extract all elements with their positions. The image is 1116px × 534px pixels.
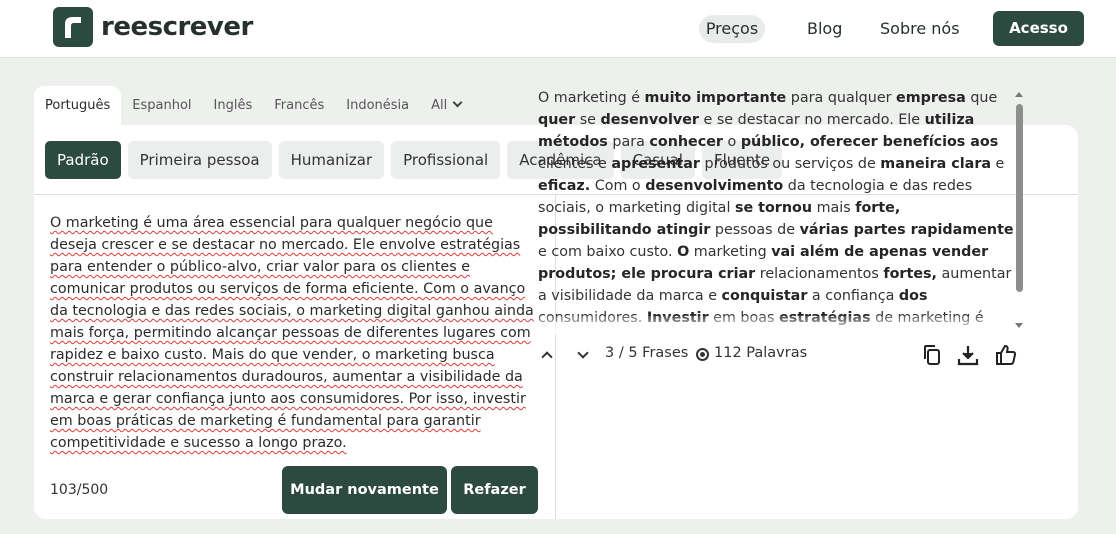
unchanged-text: que <box>965 90 998 106</box>
unchanged-text: e com baixo custo. <box>538 244 678 260</box>
tab-frances[interactable]: Francês <box>263 86 335 126</box>
tab-espanhol[interactable]: Espanhol <box>121 86 202 126</box>
top-header: reescrever Preços Blog Sobre nós Acesso <box>0 0 1116 58</box>
unchanged-text: marketing <box>689 244 772 260</box>
mode-padrao[interactable]: Padrão <box>45 141 121 179</box>
nav-link-precos[interactable]: Preços <box>699 15 765 43</box>
unchanged-text: pessoas de <box>710 222 800 238</box>
language-tabs: Português Espanhol Inglês Francês Indoné… <box>34 86 472 126</box>
output-text[interactable]: O marketing é muito importante para qual… <box>538 87 1016 327</box>
unchanged-text: relacionamentos <box>755 266 884 282</box>
character-counter: 103/500 <box>50 482 109 498</box>
logo[interactable]: reescrever <box>53 7 253 47</box>
changed-phrase: dos <box>898 288 928 304</box>
unchanged-text: para qualquer <box>786 90 897 106</box>
radio-icon <box>696 348 709 361</box>
tab-portugues[interactable]: Português <box>34 86 122 126</box>
unchanged-text: Com o <box>590 178 646 194</box>
changed-phrase: desenvolvimento <box>645 178 784 194</box>
unchanged-text: a confiança <box>807 288 899 304</box>
changed-phrase: conhecer <box>649 134 723 150</box>
changed-phrase: muito importante <box>644 90 787 106</box>
tab-all-label: All <box>431 98 448 113</box>
changed-phrase: empresa <box>896 90 966 106</box>
changed-phrase: fortes, <box>883 266 937 282</box>
changed-phrase: se tornou <box>734 200 813 216</box>
download-icon[interactable] <box>956 343 980 367</box>
changed-phrase: O <box>677 244 690 260</box>
thumbs-up-icon[interactable] <box>994 343 1018 367</box>
unchanged-text: e <box>991 156 1005 172</box>
nav-link-blog[interactable]: Blog <box>807 15 842 43</box>
unchanged-text: O marketing é <box>538 90 645 106</box>
tab-all[interactable]: All <box>420 86 472 126</box>
changed-phrase: eficaz. <box>538 178 591 194</box>
scroll-down-icon[interactable] <box>1015 323 1023 328</box>
changed-phrase: desenvolver <box>600 112 699 128</box>
unchanged-text: o <box>722 134 741 150</box>
redo-button[interactable]: Refazer <box>451 466 538 514</box>
input-textarea[interactable]: O marketing é uma área essencial para qu… <box>50 212 544 454</box>
tab-ingles[interactable]: Inglês <box>203 86 264 126</box>
changed-phrase: maneira clara <box>880 156 992 172</box>
copy-icon[interactable] <box>920 343 944 367</box>
chevron-down-icon <box>452 97 463 108</box>
mode-primeira-pessoa[interactable]: Primeira pessoa <box>127 141 272 179</box>
changed-phrase: apresentar <box>611 156 700 172</box>
unchanged-text: e se destacar no mercado. Ele <box>698 112 925 128</box>
unchanged-text: mais <box>812 200 856 216</box>
output-fade <box>536 316 1006 334</box>
nav-link-sobre[interactable]: Sobre nós <box>880 15 960 43</box>
mode-humanizar[interactable]: Humanizar <box>278 141 385 179</box>
rewrite-again-button[interactable]: Mudar novamente <box>282 466 447 514</box>
changed-phrase: público, oferecer benefícios aos <box>740 134 999 150</box>
unchanged-text: para <box>607 134 650 150</box>
scroll-up-icon[interactable] <box>1015 92 1023 97</box>
scrollbar-thumb[interactable] <box>1016 104 1023 292</box>
changed-phrase: quer <box>538 112 576 128</box>
unchanged-text: produtos ou serviços de <box>699 156 881 172</box>
mode-profissional[interactable]: Profissional <box>391 141 501 179</box>
brand-name: reescrever <box>101 12 253 42</box>
tab-indonesia[interactable]: Indonésia <box>335 86 420 126</box>
unchanged-text: clientes e <box>538 156 612 172</box>
login-button[interactable]: Acesso <box>993 11 1084 46</box>
logo-icon <box>53 7 93 47</box>
changed-phrase: várias partes rapidamente <box>799 222 1014 238</box>
unchanged-text: se <box>575 112 601 128</box>
changed-phrase: conquistar <box>721 288 808 304</box>
word-counter: 112 Palavras <box>714 345 808 361</box>
sentence-counter: 3 / 5 Frases <box>605 345 689 361</box>
